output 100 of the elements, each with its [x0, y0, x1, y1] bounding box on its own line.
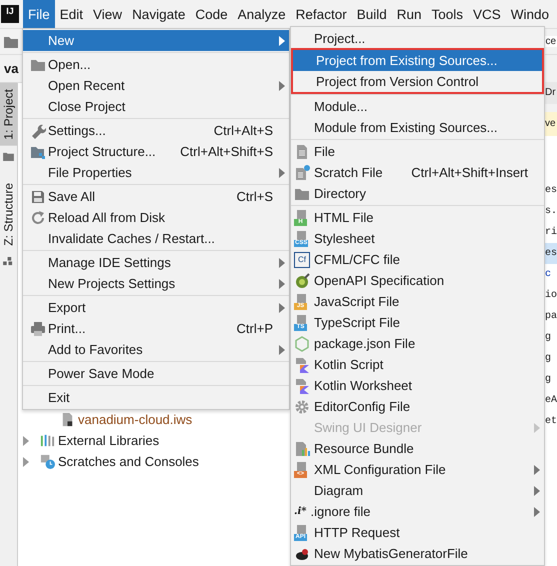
- menu-bar-item[interactable]: Tools: [426, 0, 468, 28]
- menu-item[interactable]: Manage IDE Settings: [23, 252, 289, 273]
- submenu-arrow-icon: [279, 278, 285, 288]
- menu-item[interactable]: Close Project: [23, 96, 289, 117]
- code-line: s.: [545, 205, 557, 219]
- submenu-arrow-icon: [279, 80, 285, 90]
- shortcut-text: Ctrl+P: [236, 321, 273, 336]
- menu-item[interactable]: Scratch File Ctrl+Alt+Shift+Insert: [291, 162, 544, 183]
- submenu-arrow-icon: [279, 258, 285, 268]
- tool-window-tab[interactable]: 1: Project: [0, 83, 17, 146]
- submenu-arrow-icon: [279, 302, 285, 312]
- file-icon: [294, 144, 310, 160]
- file-type-icon: Cf: [294, 252, 310, 268]
- menu-item[interactable]: File Properties: [23, 162, 289, 183]
- menu-item[interactable]: Exit: [23, 387, 289, 408]
- menu-item[interactable]: Project Structure... Ctrl+Alt+Shift+S: [23, 141, 289, 162]
- menu-item[interactable]: Directory: [291, 183, 544, 204]
- menu-item[interactable]: Module from Existing Sources...: [291, 117, 544, 138]
- panel-title: va: [4, 61, 18, 76]
- printer-icon: [30, 320, 46, 336]
- expand-arrow-icon[interactable]: [23, 456, 29, 466]
- folder-icon: [3, 152, 14, 161]
- code-line: g: [545, 373, 552, 387]
- tree-item[interactable]: External Libraries: [58, 433, 160, 448]
- shortcut-text: Ctrl+Alt+Shift+Insert: [411, 165, 528, 180]
- kotlin-file-icon: [294, 378, 310, 394]
- shortcut-text: Ctrl+Alt+Shift+S: [180, 144, 273, 159]
- menu-item[interactable]: Save All Ctrl+S: [23, 186, 289, 207]
- wrench-icon: [30, 122, 46, 138]
- menu-item[interactable]: Project from Existing Sources...: [293, 50, 542, 71]
- menu-bar-item[interactable]: Refactor: [290, 0, 352, 28]
- scratch-file-icon: [294, 164, 310, 180]
- submenu-arrow-icon: [534, 506, 540, 516]
- shortcut-text: Ctrl+Alt+S: [214, 123, 273, 138]
- menu-bar-item[interactable]: Navigate: [127, 0, 190, 28]
- code-line: io: [545, 288, 557, 303]
- menu-bar-item[interactable]: View: [88, 0, 128, 28]
- scratches-icon: [40, 454, 55, 469]
- menu-item[interactable]: .i* .ignore file: [291, 501, 544, 522]
- menu-item[interactable]: Diagram: [291, 480, 544, 501]
- code-line: ri: [545, 226, 557, 240]
- submenu-arrow-icon: [279, 168, 285, 178]
- code-line: c: [545, 268, 552, 282]
- code-line: pa: [545, 310, 557, 324]
- menu-bar-item[interactable]: Code: [190, 0, 233, 28]
- menu-item[interactable]: Project...: [291, 28, 544, 49]
- hexagon-icon: [294, 336, 310, 352]
- menu-item[interactable]: OpenAPI Specification: [291, 270, 544, 291]
- submenu-arrow-icon: [534, 422, 540, 432]
- search-field-text: ce: [545, 36, 557, 47]
- ignore-file-icon: .i*: [294, 504, 307, 520]
- menu-item[interactable]: Resource Bundle: [291, 438, 544, 459]
- tool-window-tab[interactable]: Z: Structure: [0, 176, 17, 252]
- tree-item[interactable]: vanadium-cloud.iws: [78, 412, 192, 427]
- gear-icon: [294, 398, 310, 414]
- menu-item[interactable]: Project from Version Control: [293, 71, 542, 92]
- code-line: g: [545, 352, 552, 366]
- file-icon: [60, 412, 75, 427]
- menu-item[interactable]: Power Save Mode: [23, 363, 289, 384]
- tree-item[interactable]: Scratches and Consoles: [58, 454, 199, 469]
- menu-item[interactable]: Kotlin Worksheet: [291, 375, 544, 396]
- code-line: et: [545, 415, 557, 429]
- menu-item[interactable]: New: [23, 30, 289, 51]
- reload-icon: [30, 210, 46, 226]
- code-line: es: [545, 184, 557, 198]
- menu-bar-item[interactable]: Build: [352, 0, 392, 28]
- submenu-arrow-icon: [279, 344, 285, 354]
- openapi-icon: [294, 272, 310, 288]
- menu-item[interactable]: New Projects Settings: [23, 273, 289, 294]
- submenu-arrow-icon: [279, 36, 285, 46]
- menu-item[interactable]: Export: [23, 297, 289, 318]
- library-icon: [40, 433, 55, 448]
- submenu-arrow-icon: [534, 486, 540, 496]
- floppy-icon: [30, 188, 46, 204]
- code-line: eA: [545, 394, 557, 408]
- editor-tab[interactable]: Dr: [545, 82, 557, 104]
- menu-item[interactable]: Settings... Ctrl+Alt+S: [23, 120, 289, 141]
- menu-bar-item[interactable]: File: [23, 0, 55, 28]
- kotlin-file-icon: [294, 356, 310, 372]
- menu-bar-item[interactable]: Run: [392, 0, 426, 28]
- menu-item[interactable]: Open Recent: [23, 75, 289, 96]
- menu-item[interactable]: Print... Ctrl+P: [23, 318, 289, 339]
- menu-item[interactable]: New MybatisGeneratorFile: [291, 543, 544, 564]
- menu-bar-item[interactable]: Windo: [506, 0, 554, 28]
- menu-bar-item[interactable]: VCS: [468, 0, 506, 28]
- menu-item[interactable]: package.json File: [291, 333, 544, 354]
- menu-item[interactable]: Add to Favorites: [23, 339, 289, 360]
- menu-item[interactable]: Module...: [291, 96, 544, 117]
- menu-item[interactable]: Kotlin Script: [291, 354, 544, 375]
- structure-icon: [3, 257, 14, 266]
- menu-item[interactable]: Open...: [23, 54, 289, 75]
- menu-item[interactable]: Reload All from Disk: [23, 207, 289, 228]
- menu-item[interactable]: EditorConfig File: [291, 396, 544, 417]
- notification-banner: ve: [545, 112, 557, 136]
- menu-item[interactable]: Invalidate Caches / Restart...: [23, 228, 289, 249]
- menu-bar-item[interactable]: Analyze: [232, 0, 291, 28]
- expand-arrow-icon[interactable]: [23, 436, 29, 446]
- menu-item[interactable]: Cf CFML/CFC file: [291, 249, 544, 270]
- menu-bar-item[interactable]: Edit: [54, 0, 88, 28]
- menu-item[interactable]: File: [291, 141, 544, 162]
